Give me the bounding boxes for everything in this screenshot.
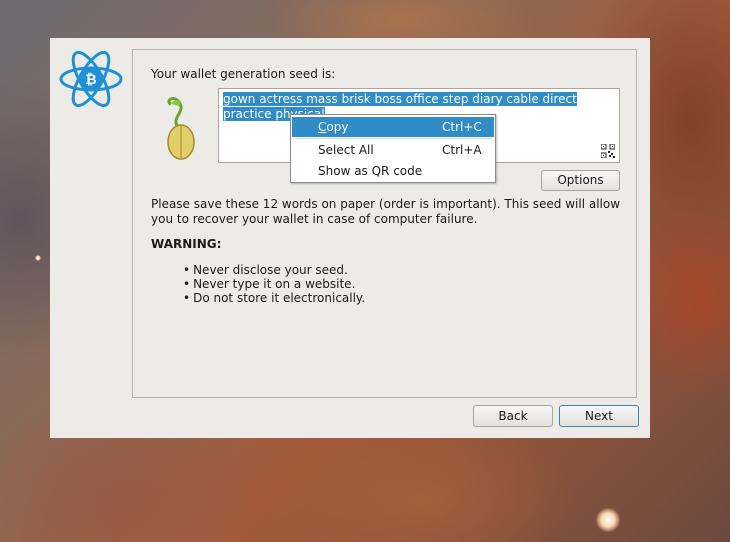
menu-item-label: Show as QR code [318, 164, 423, 178]
warning-item: Never type it on a website. [183, 277, 365, 291]
electrum-bitcoin-logo-icon: ₿ [59, 50, 123, 108]
menu-item-label: Select All [318, 143, 374, 157]
seed-sprout-icon [167, 97, 195, 160]
menu-item-shortcut: Ctrl+A [442, 143, 482, 157]
next-button[interactable]: Next [559, 405, 639, 427]
qr-code-icon[interactable] [601, 144, 615, 158]
warning-item: Never disclose your seed. [183, 263, 365, 277]
menu-item-select-all[interactable]: Select All Ctrl+A [292, 140, 494, 160]
context-menu: Copy Ctrl+C Select All Ctrl+A Show as QR… [290, 114, 496, 183]
menu-item-label: Copy [318, 120, 349, 134]
star-glow [596, 508, 620, 532]
menu-separator [295, 138, 491, 139]
menu-item-copy[interactable]: Copy Ctrl+C [292, 117, 494, 137]
seed-panel: Your wallet generation seed is: gown act… [132, 49, 637, 398]
seed-heading: Your wallet generation seed is: [151, 67, 336, 81]
svg-text:₿: ₿ [85, 72, 96, 88]
menu-item-shortcut: Ctrl+C [442, 120, 482, 134]
star-glow [35, 255, 41, 261]
options-button[interactable]: Options [541, 170, 620, 191]
seed-words-line1: gown actress mass brisk boss office step… [223, 92, 577, 106]
back-button[interactable]: Back [473, 405, 553, 427]
menu-item-show-qr[interactable]: Show as QR code [292, 161, 494, 181]
seed-instructions: Please save these 12 words on paper (ord… [151, 197, 621, 226]
warning-title: WARNING: [151, 237, 222, 251]
warning-list: Never disclose your seed. Never type it … [183, 263, 365, 305]
warning-item: Do not store it electronically. [183, 291, 365, 305]
seed-wizard-dialog: ₿ Your wallet generation seed is: gown a… [50, 38, 650, 438]
